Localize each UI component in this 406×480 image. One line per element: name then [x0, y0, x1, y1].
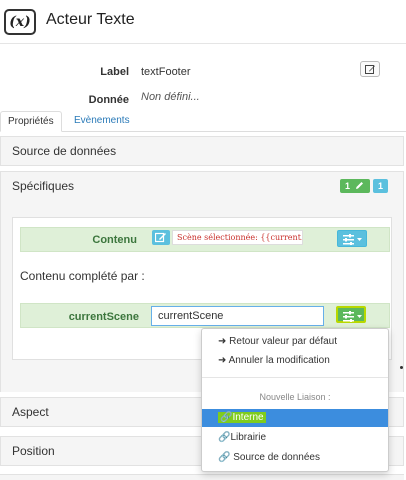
section-specifics-label: Spécifiques [12, 179, 75, 193]
link-icon: 🔗 [218, 432, 231, 443]
menu-item-cancel[interactable]: ➜ Annuler la modification [202, 352, 388, 370]
sliders-dropdown-icon [343, 311, 362, 322]
modified-count-badge: 1 [340, 179, 370, 193]
edit-content-button[interactable] [152, 230, 170, 245]
sliders-dropdown-icon [343, 234, 362, 245]
arrow-right-icon: ➜ [218, 355, 229, 366]
menu-item-data-source[interactable]: 🔗 Source de données [202, 449, 388, 467]
current-scene-input[interactable]: currentScene [151, 306, 324, 326]
menu-item-internal[interactable]: 🔗Interne [202, 409, 388, 427]
pencil-icon [356, 182, 363, 189]
label-value: textFooter [141, 66, 191, 78]
dot [400, 366, 403, 369]
binding-dropdown-menu: ➜ Retour valeur par défaut ➜ Annuler la … [201, 328, 389, 472]
tab-properties[interactable]: Propriétés [0, 111, 62, 132]
menu-item-library[interactable]: 🔗Librairie [202, 429, 388, 447]
edit-label-button[interactable] [360, 61, 380, 77]
data-value[interactable]: Non défini... [141, 91, 200, 103]
current-scene-label: currentScene [68, 311, 139, 323]
completed-by-label: Contenu complété par : [20, 269, 145, 283]
label-key: Label [100, 66, 129, 78]
edit-icon [365, 65, 375, 74]
section-data-source[interactable]: Source de données [0, 136, 404, 166]
data-key: Donnée [88, 94, 129, 106]
variable-icon: (x) [4, 9, 36, 35]
tab-events[interactable]: Evènements [67, 111, 137, 132]
content-label: Contenu [92, 234, 137, 246]
menu-item-reset[interactable]: ➜ Retour valeur par défaut [202, 333, 388, 351]
new-link-header: Nouvelle Liaison : [259, 392, 331, 402]
edit-icon [155, 232, 166, 243]
link-icon: 🔗 [220, 412, 233, 423]
link-icon: 🔗 [218, 452, 234, 463]
tab-bar: Propriétés Evènements [0, 111, 406, 132]
panel-header: (x) Acteur Texte [0, 0, 406, 44]
selected-scene-field[interactable]: Scène sélectionnée: {{current... [172, 230, 303, 245]
specifics-count-badge: 1 [373, 179, 388, 193]
content-options-button[interactable] [337, 230, 367, 247]
current-scene-options-button[interactable] [336, 306, 366, 323]
arrow-right-icon: ➜ [218, 336, 230, 347]
next-section-edge [0, 474, 404, 480]
panel-title: Acteur Texte [46, 11, 135, 28]
menu-divider [202, 377, 388, 378]
